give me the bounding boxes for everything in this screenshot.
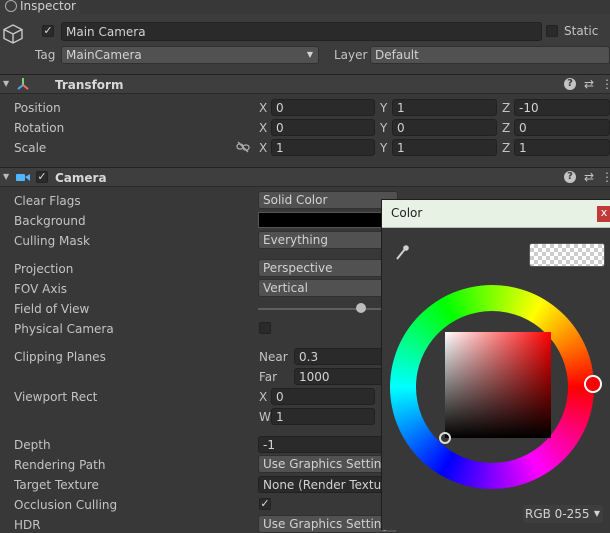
scale-z-input[interactable]: 1 — [514, 139, 610, 156]
color-mode-dropdown[interactable]: RGB 0-255 ▼ — [523, 505, 603, 523]
layer-dropdown[interactable]: Default — [370, 46, 610, 64]
occlusion-culling-label: Occlusion Culling — [14, 498, 118, 512]
chevron-down-icon: ▼ — [306, 50, 313, 59]
foldout-arrow-icon: ▼ — [3, 79, 10, 88]
color-picker-title: Color — [391, 206, 423, 220]
axis-x-label: X — [259, 141, 268, 155]
viewport-x-input[interactable]: 0 — [271, 388, 375, 405]
axis-y-label: Y — [380, 101, 388, 115]
link-icon[interactable] — [236, 141, 250, 153]
scale-label: Scale — [14, 141, 47, 155]
far-input[interactable]: 1000 — [294, 368, 394, 385]
target-texture-field[interactable]: None (Render Texture — [258, 476, 398, 493]
inspector-tab-label: Inspector — [20, 0, 76, 13]
saturation-value-square[interactable] — [445, 332, 551, 438]
static-label: Static — [564, 24, 599, 38]
clear-flags-label: Clear Flags — [14, 194, 81, 208]
rotation-x-input[interactable]: 0 — [271, 119, 375, 136]
physical-camera-label: Physical Camera — [14, 322, 114, 336]
scale-y-input[interactable]: 1 — [392, 139, 497, 156]
transform-axes-icon — [17, 78, 29, 90]
scale-x-input[interactable]: 1 — [271, 139, 375, 156]
close-button[interactable]: x — [597, 206, 610, 222]
static-toggle[interactable] — [546, 25, 558, 37]
position-label: Position — [14, 101, 61, 115]
gameobject-cube-icon — [3, 24, 23, 44]
axis-x-label: X — [259, 101, 268, 115]
viewport-w-label: W — [259, 410, 271, 424]
context-menu-icon[interactable]: ⋮ — [601, 77, 610, 91]
axis-y-label: Y — [380, 141, 388, 155]
background-color-field[interactable] — [258, 212, 398, 228]
position-x-input[interactable]: 0 — [271, 99, 375, 116]
inspector-tab[interactable]: Inspector — [0, 0, 80, 14]
clear-flags-dropdown[interactable]: Solid Color — [258, 191, 398, 209]
fov-axis-dropdown[interactable]: Vertical — [258, 279, 398, 297]
background-label: Background — [14, 214, 86, 228]
presets-icon[interactable]: ⇄ — [584, 77, 594, 91]
projection-dropdown[interactable]: Perspective — [258, 259, 398, 277]
layer-label: Layer — [334, 48, 368, 62]
context-menu-icon[interactable]: ⋮ — [601, 170, 610, 184]
help-icon[interactable]: ? — [564, 171, 576, 183]
near-label: Near — [259, 350, 288, 364]
rotation-z-input[interactable]: 0 — [514, 119, 610, 136]
culling-mask-label: Culling Mask — [14, 234, 90, 248]
foldout-arrow-icon: ▼ — [3, 172, 10, 181]
transform-header[interactable]: ▼ Transform ? ⇄ ⋮ — [0, 74, 610, 94]
viewport-rect-label: Viewport Rect — [14, 390, 98, 404]
tag-dropdown[interactable]: MainCamera ▼ — [61, 46, 319, 64]
hdr-dropdown[interactable]: Use Graphics Settings — [258, 515, 398, 533]
info-icon — [5, 0, 17, 12]
camera-icon — [16, 174, 30, 181]
transform-title: Transform — [55, 78, 124, 92]
field-of-view-label: Field of View — [14, 302, 90, 316]
occlusion-culling-checkbox[interactable]: ✓ — [259, 498, 271, 510]
layer-value: Default — [375, 48, 419, 62]
depth-input[interactable]: -1 — [258, 436, 398, 453]
near-input[interactable]: 0.3 — [294, 348, 394, 365]
culling-mask-dropdown[interactable]: Everything — [258, 231, 398, 249]
viewport-x-label: X — [259, 390, 268, 404]
rendering-path-dropdown[interactable]: Use Graphics Settings — [258, 455, 398, 473]
chevron-down-icon: ▼ — [593, 509, 600, 518]
color-picker-window[interactable]: Color x RGB 0-255 ▼ — [381, 199, 610, 530]
rotation-y-input[interactable]: 0 — [392, 119, 497, 136]
position-y-input[interactable]: 1 — [392, 99, 497, 116]
tag-label: Tag — [35, 48, 56, 62]
rendering-path-label: Rendering Path — [14, 458, 106, 472]
camera-enabled-toggle[interactable]: ✓ — [36, 171, 48, 183]
rotation-label: Rotation — [14, 121, 65, 135]
camera-title: Camera — [55, 171, 107, 185]
saturation-value-handle[interactable] — [439, 432, 451, 444]
axis-z-label: Z — [502, 141, 511, 155]
depth-label: Depth — [14, 438, 51, 452]
camera-header[interactable]: ▼ ✓ Camera ? ⇄ ⋮ — [0, 167, 610, 187]
color-mode-value: RGB 0-255 — [525, 507, 590, 521]
target-texture-label: Target Texture — [14, 478, 99, 492]
axis-y-label: Y — [380, 121, 388, 135]
color-preview-swatch — [529, 243, 605, 267]
eyedropper-icon[interactable] — [394, 244, 410, 262]
axis-z-label: Z — [502, 101, 511, 115]
field-of-view-slider-handle[interactable] — [356, 303, 366, 313]
far-label: Far — [259, 370, 278, 384]
help-icon[interactable]: ? — [564, 78, 576, 90]
object-name-input[interactable]: Main Camera — [61, 22, 542, 41]
physical-camera-checkbox[interactable] — [259, 322, 271, 334]
fov-axis-label: FOV Axis — [14, 282, 68, 296]
presets-icon[interactable]: ⇄ — [584, 170, 594, 184]
axis-x-label: X — [259, 121, 268, 135]
position-z-input[interactable]: -10 — [514, 99, 610, 116]
viewport-w-input[interactable]: 1 — [271, 408, 375, 425]
gameobject-header: ✓ Main Camera Static Tag MainCamera ▼ La… — [0, 14, 610, 74]
projection-label: Projection — [14, 262, 74, 276]
hue-handle[interactable] — [584, 375, 602, 393]
tag-value: MainCamera — [66, 48, 142, 62]
active-toggle[interactable]: ✓ — [42, 25, 54, 37]
clipping-planes-label: Clipping Planes — [14, 350, 106, 364]
axis-z-label: Z — [502, 121, 511, 135]
color-picker-titlebar[interactable]: Color x — [382, 200, 610, 228]
